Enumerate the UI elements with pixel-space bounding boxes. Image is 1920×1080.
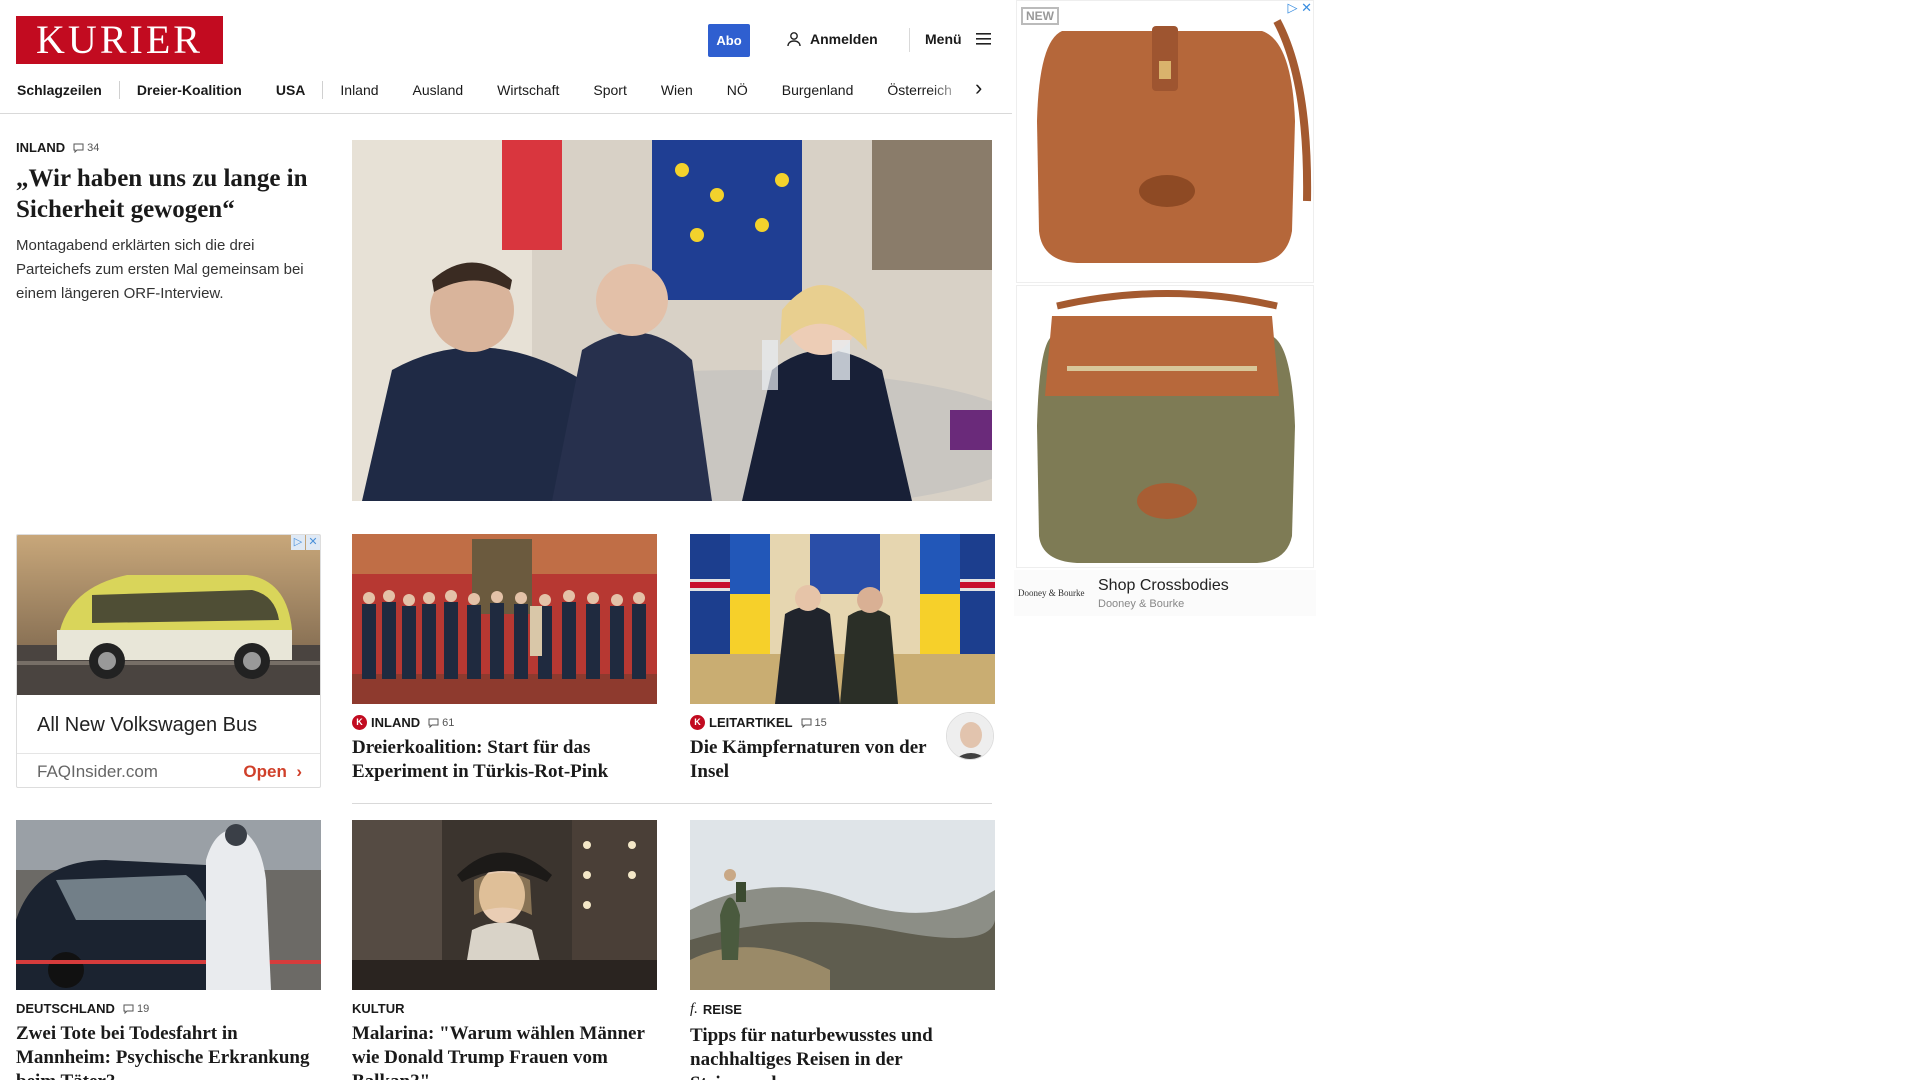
comment-count[interactable]: 15 [801, 717, 827, 729]
article-headline[interactable]: Malarina: "Warum wählen Männer wie Donal… [352, 1022, 657, 1080]
nav-item-schlagzeilen[interactable]: Schlagzeilen [17, 82, 119, 98]
kurier-k-icon: K [352, 715, 367, 730]
ad-source: FAQInsider.com [37, 761, 158, 781]
article-meta: f. REISE [690, 1001, 995, 1018]
article-meta: K INLAND 61 [352, 715, 657, 730]
ad-image[interactable]: ▷ ✕ [17, 535, 320, 695]
article-section: INLAND [371, 715, 421, 730]
article-image[interactable] [690, 820, 995, 990]
user-icon [787, 32, 801, 47]
ad-footer: FAQInsider.com Open › [17, 753, 320, 787]
article-image[interactable] [352, 820, 657, 990]
nav-item-dreier-koalition[interactable]: Dreier-Koalition [120, 82, 259, 98]
lead-story[interactable]: INLAND 34 „Wir haben uns zu lange in Sic… [16, 140, 316, 306]
nav-item-usa[interactable]: USA [259, 82, 323, 98]
shop-subtitle: Dooney & Bourke [1098, 597, 1185, 610]
adchoices-badge[interactable]: ▷ ✕ [291, 535, 320, 550]
hamburger-icon [975, 33, 991, 45]
row-divider [352, 803, 992, 804]
comment-count[interactable]: 19 [123, 1003, 149, 1015]
article-image[interactable] [16, 820, 321, 990]
comment-count-value: 34 [87, 141, 100, 154]
chevron-right-icon: › [291, 761, 302, 781]
sponsored-ad-dooney-bourke[interactable]: NEW ▷ ✕ Dooney & Bourke Shop Crossbodies… [1014, 0, 1316, 616]
comment-count[interactable]: 34 [73, 142, 99, 154]
nav-item-wien[interactable]: Wien [644, 82, 710, 98]
ad-product-image-2[interactable] [1016, 285, 1314, 568]
header-divider [909, 28, 910, 52]
article-card[interactable]: K INLAND 61 Dreierkoalition: Start für d… [352, 534, 657, 784]
sponsored-ad-volkswagen[interactable]: ▷ ✕ All New Volkswagen Bus FAQInsider.co… [16, 534, 321, 788]
article-section: LEITARTIKEL [709, 715, 793, 730]
adchoices-icon[interactable]: ▷ [291, 535, 305, 550]
ad-open-label: Open [243, 761, 287, 781]
shop-title[interactable]: Shop Crossbodies [1098, 577, 1229, 595]
ad-footer[interactable]: Dooney & Bourke Shop Crossbodies Dooney … [1014, 570, 1316, 616]
kurier-k-icon: K [690, 715, 705, 730]
comment-count-value: 19 [136, 1002, 150, 1015]
site-header: KURIER Abo Anmelden Menü Schlagzeilen Dr… [0, 0, 1012, 114]
section-nav: Schlagzeilen Dreier-Koalition USA Inland… [17, 80, 982, 100]
comment-icon [801, 718, 812, 728]
ad-open-button[interactable]: Open › [243, 762, 302, 782]
comment-count-value: 61 [442, 716, 455, 729]
nav-item-sport[interactable]: Sport [576, 82, 643, 98]
lead-image[interactable] [352, 140, 992, 501]
nav-item-ausland[interactable]: Ausland [396, 82, 481, 98]
lead-teaser: Montagabend erklärten sich die drei Part… [16, 237, 304, 302]
comment-count[interactable]: 61 [428, 717, 454, 729]
lead-section: INLAND [16, 140, 66, 155]
dooney-bourke-logo: Dooney & Bourke [1018, 588, 1085, 598]
article-image[interactable] [352, 534, 657, 704]
nav-item-wirtschaft[interactable]: Wirtschaft [480, 82, 576, 98]
ad-text: Shop Crossbodies Dooney & Bourke [1098, 577, 1229, 610]
chevron-right-icon[interactable]: › [975, 77, 982, 99]
article-headline[interactable]: Die Kämpfernaturen von der Insel [690, 736, 930, 784]
reise-f-icon: f. [690, 1001, 698, 1017]
article-headline[interactable]: Dreierkoalition: Start für das Experimen… [352, 736, 657, 784]
article-headline[interactable]: Tipps für naturbewusstes und nachhaltige… [690, 1024, 995, 1080]
abo-button[interactable]: Abo [708, 24, 750, 57]
comment-icon [123, 1004, 134, 1014]
lead-headline[interactable]: „Wir haben uns zu lange in Sicherheit ge… [16, 163, 316, 225]
nav-item-noe[interactable]: NÖ [710, 82, 765, 98]
article-section: KULTUR [352, 1001, 405, 1016]
article-image[interactable] [690, 534, 995, 704]
nav-item-inland[interactable]: Inland [323, 82, 395, 98]
article-meta: DEUTSCHLAND 19 [16, 1001, 321, 1016]
article-card[interactable]: DEUTSCHLAND 19 Zwei Tote bei Todesfahrt … [16, 820, 321, 1080]
article-section: DEUTSCHLAND [16, 1001, 115, 1016]
adchoices-close[interactable]: ▷ ✕ [1287, 0, 1312, 16]
nav-item-burgenland[interactable]: Burgenland [765, 82, 871, 98]
ad-product-image-1[interactable]: NEW [1016, 0, 1314, 283]
close-icon[interactable]: ✕ [306, 535, 320, 550]
ad-headline[interactable]: All New Volkswagen Bus [17, 695, 320, 753]
login-label: Anmelden [810, 31, 878, 47]
login-button[interactable]: Anmelden [786, 31, 878, 47]
comment-icon [428, 718, 439, 728]
comment-icon [73, 143, 84, 153]
menu-label: Menü [925, 31, 962, 47]
article-meta: KULTUR [352, 1001, 657, 1016]
article-section: REISE [702, 1002, 742, 1017]
article-card[interactable]: KULTUR Malarina: "Warum wählen Männer wi… [352, 820, 657, 1080]
author-avatar[interactable] [946, 712, 994, 760]
lead-kicker: INLAND 34 [16, 140, 316, 155]
comment-count-value: 15 [814, 716, 827, 729]
kurier-logo[interactable]: KURIER [16, 16, 223, 64]
article-headline[interactable]: Zwei Tote bei Todesfahrt in Mannheim: Ps… [16, 1022, 321, 1080]
article-card[interactable]: f. REISE Tipps für naturbewusstes und na… [690, 820, 995, 1080]
nav-fade [930, 76, 980, 104]
new-tag: NEW [1021, 7, 1059, 25]
menu-button[interactable]: Menü [925, 31, 992, 47]
